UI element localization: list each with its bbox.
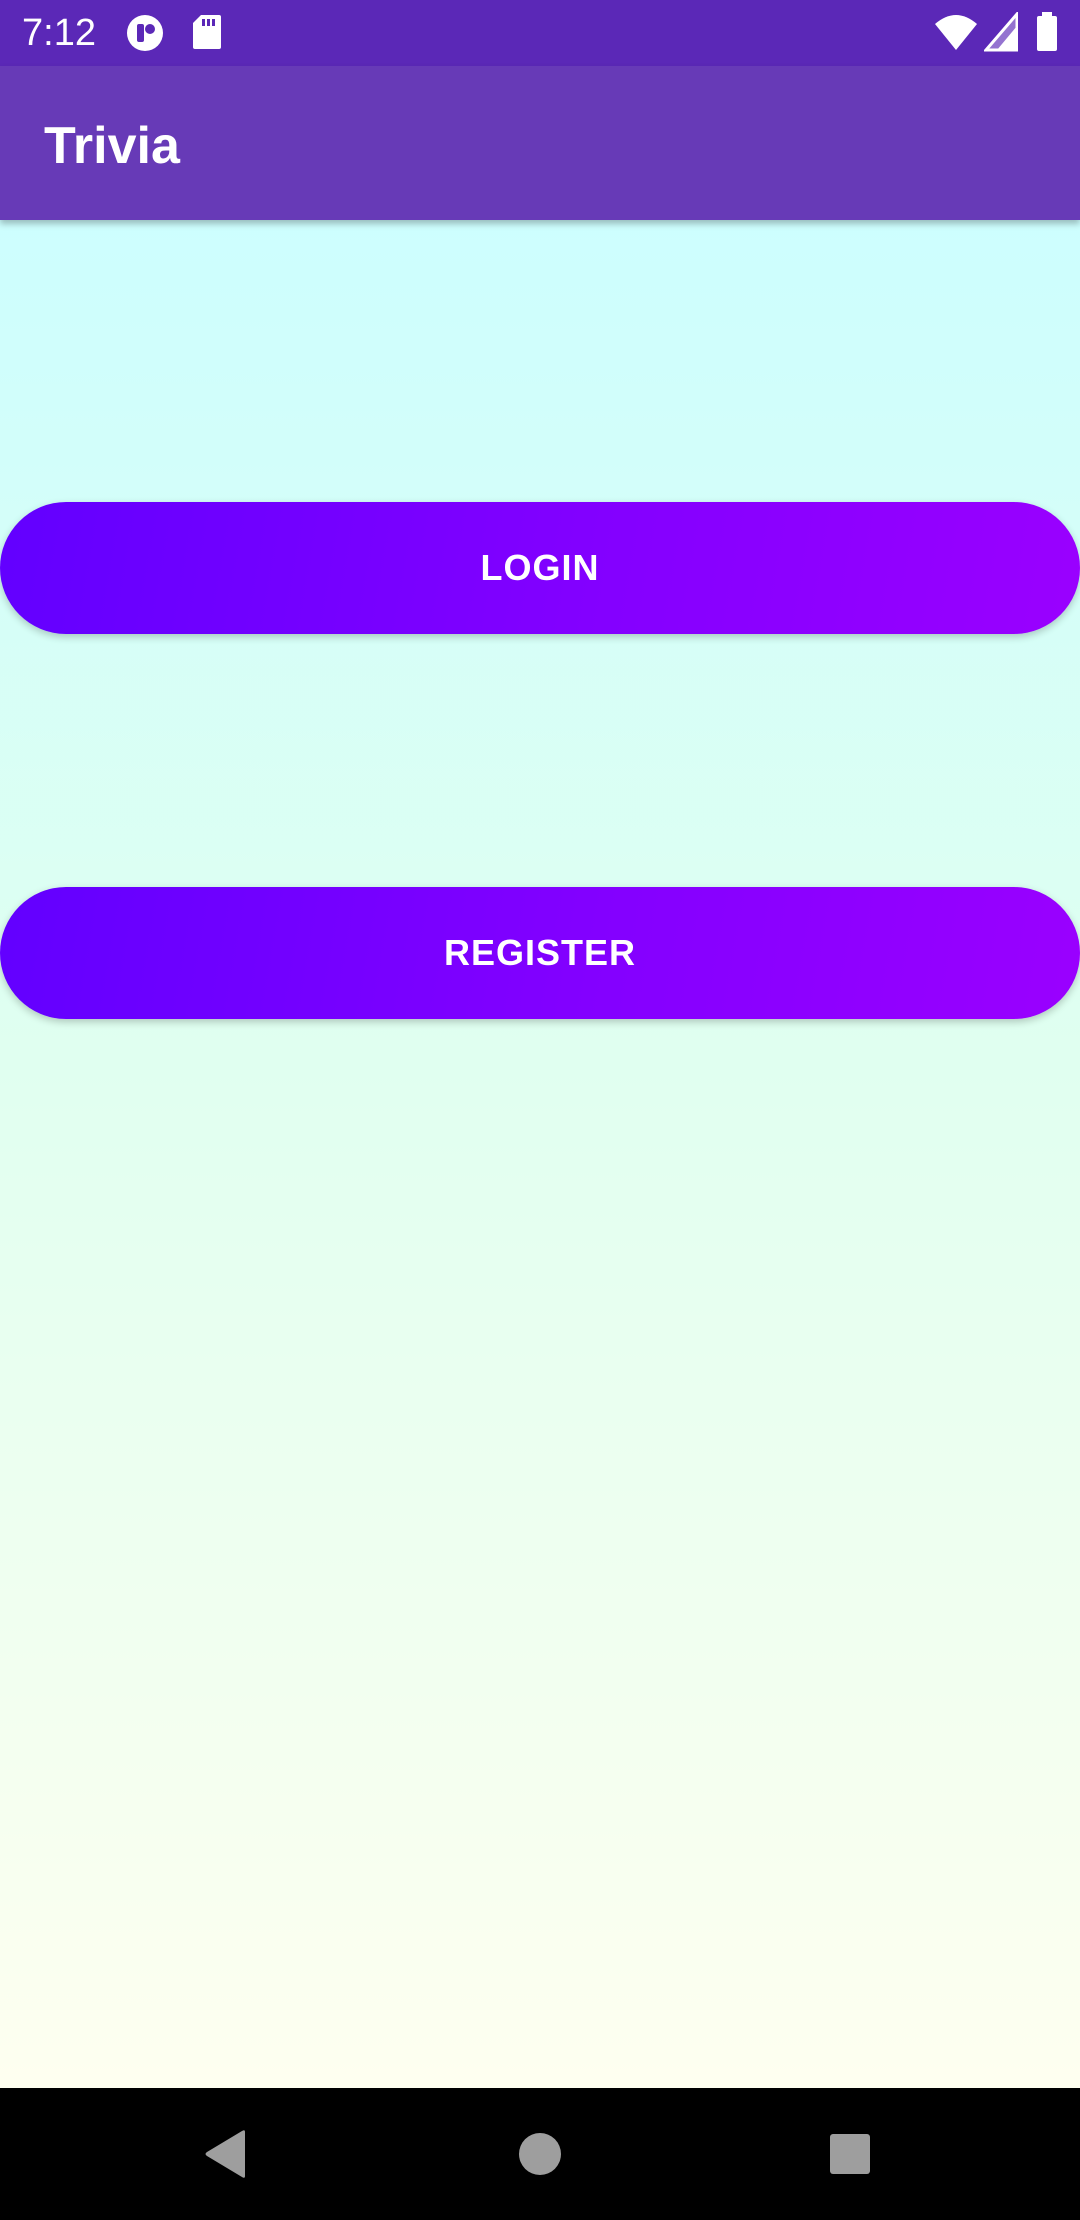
login-button[interactable]: LOGIN <box>0 502 1080 634</box>
wifi-icon <box>934 12 978 57</box>
main-content: LOGIN REGISTER <box>0 220 1080 2088</box>
recents-icon[interactable] <box>804 2108 896 2200</box>
app-bar: Trivia <box>0 66 1080 220</box>
notification-app-icon <box>126 14 164 52</box>
home-icon[interactable] <box>494 2108 586 2200</box>
sd-card-icon <box>192 14 230 52</box>
navigation-bar <box>0 2088 1080 2220</box>
app-title: Trivia <box>44 117 180 175</box>
status-time: 7:12 <box>22 12 96 54</box>
back-icon[interactable] <box>180 2108 272 2200</box>
status-bar: 7:12 <box>0 0 1080 66</box>
cell-signal-icon <box>982 9 1019 57</box>
register-button[interactable]: REGISTER <box>0 887 1080 1019</box>
battery-icon <box>1036 12 1058 57</box>
